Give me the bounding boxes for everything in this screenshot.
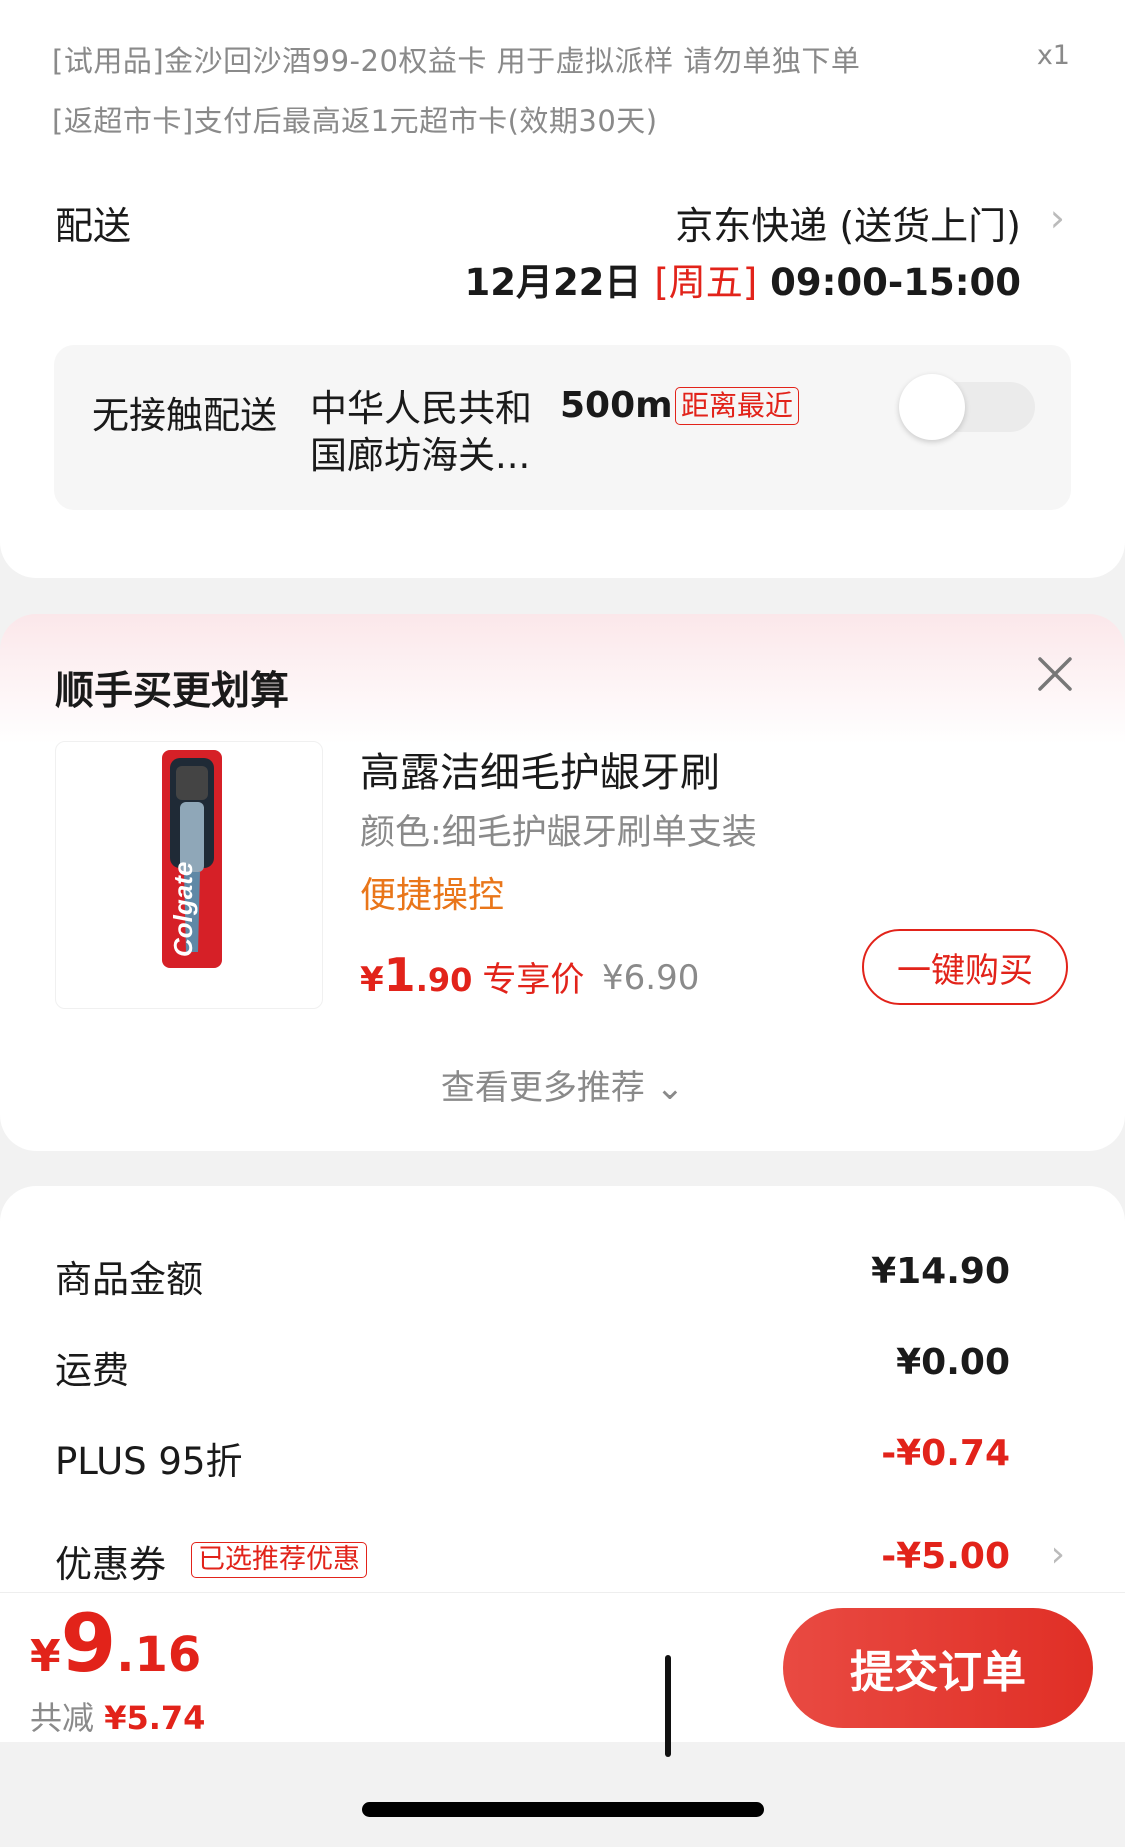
shipping-label: 配送 <box>55 204 132 248</box>
product-image[interactable]: Colgate <box>55 741 323 1009</box>
original-price: ¥6.90 <box>602 958 700 998</box>
shipping-method[interactable]: 京东快递 (送货上门) <box>675 195 1021 250</box>
coupon-value[interactable]: -¥5.00 <box>881 1536 1010 1577</box>
total-symbol: ¥ <box>30 1631 61 1682</box>
saved-label: 共减 <box>30 1699 95 1737</box>
coupon-selected-badge: 已选推荐优惠 <box>191 1542 367 1578</box>
price-symbol: ¥ <box>360 960 384 1000</box>
total-saved: 共减 ¥5.74 <box>30 1693 205 1739</box>
product-name[interactable]: 高露洁细毛护龈牙刷 <box>360 740 720 798</box>
text-cursor <box>665 1655 671 1757</box>
recommend-card: 顺手买更划算 Colgate 高露洁细毛护龈牙刷 颜色:细毛护龈牙刷单支装 便捷… <box>0 614 1125 1151</box>
shipping-fee-label: 运费 <box>55 1349 129 1392</box>
no-contact-place: 中华人民共和国廊坊海关... <box>310 387 532 477</box>
no-contact-label: 无接触配送 <box>92 394 277 437</box>
plus-discount-value: -¥0.74 <box>881 1433 1010 1474</box>
no-contact-delivery: 无接触配送 中华人民共和国廊坊海关... 500m 距离最近 <box>54 345 1071 510</box>
saved-value: ¥5.74 <box>104 1699 206 1737</box>
see-more-recommendations[interactable]: 查看更多推荐 ⌄ <box>0 1060 1125 1109</box>
subtotal-label: 商品金额 <box>55 1258 203 1301</box>
no-contact-distance: 500m <box>560 385 673 426</box>
brand-label: Colgate <box>168 862 198 957</box>
product-spec: 颜色:细毛护龈牙刷单支装 <box>360 813 757 853</box>
shipping-date: 12月22日 <box>464 261 642 304</box>
shipping-chevron-icon[interactable]: › <box>1050 196 1065 240</box>
gift-item-trial: [试用品]金沙回沙酒99-20权益卡 用于虚拟派样 请勿单独下单 <box>52 44 861 78</box>
home-indicator[interactable] <box>362 1802 764 1817</box>
price-integer: 1 <box>383 948 416 1002</box>
product-price: ¥1.90 专享价 <box>360 948 584 1002</box>
delivery-card: [试用品]金沙回沙酒99-20权益卡 用于虚拟派样 请勿单独下单 x1 [返超市… <box>0 0 1125 578</box>
toggle-knob <box>899 374 965 440</box>
total-price: ¥9.16 <box>30 1597 201 1690</box>
gift-quantity: x1 <box>1036 40 1070 71</box>
shipping-fee-value: ¥0.00 <box>896 1342 1010 1383</box>
price-decimal: .90 <box>415 961 473 999</box>
close-icon[interactable] <box>1037 656 1073 692</box>
nearest-badge: 距离最近 <box>675 387 800 425</box>
price-label: 专享价 <box>482 960 585 1000</box>
total-integer: 9 <box>60 1597 117 1690</box>
shipping-time-range: 09:00-15:00 <box>770 261 1021 304</box>
submit-order-button[interactable]: 提交订单 <box>783 1608 1093 1728</box>
no-contact-toggle[interactable] <box>899 374 1035 440</box>
one-click-buy-button[interactable]: 一键购买 <box>862 929 1068 1005</box>
checkout-bar: ¥9.16 共减 ¥5.74 提交订单 <box>0 1592 1125 1757</box>
product-feature-tag: 便捷操控 <box>360 875 505 916</box>
coupon-label[interactable]: 优惠券 <box>55 1534 166 1588</box>
shipping-time[interactable]: 12月22日 [周五] 09:00-15:00 <box>464 252 1021 306</box>
subtotal-value: ¥14.90 <box>871 1251 1010 1292</box>
shipping-weekday: [周五] <box>654 261 758 304</box>
toothbrush-icon: Colgate <box>162 750 222 968</box>
recommend-title: 顺手买更划算 <box>55 669 290 714</box>
plus-discount-label: PLUS 95折 <box>55 1440 243 1483</box>
total-decimal: .16 <box>116 1627 202 1683</box>
coupon-chevron-icon[interactable]: › <box>1051 1534 1065 1575</box>
gift-item-cashback: [返超市卡]支付后最高返1元超市卡(效期30天) <box>52 104 658 138</box>
